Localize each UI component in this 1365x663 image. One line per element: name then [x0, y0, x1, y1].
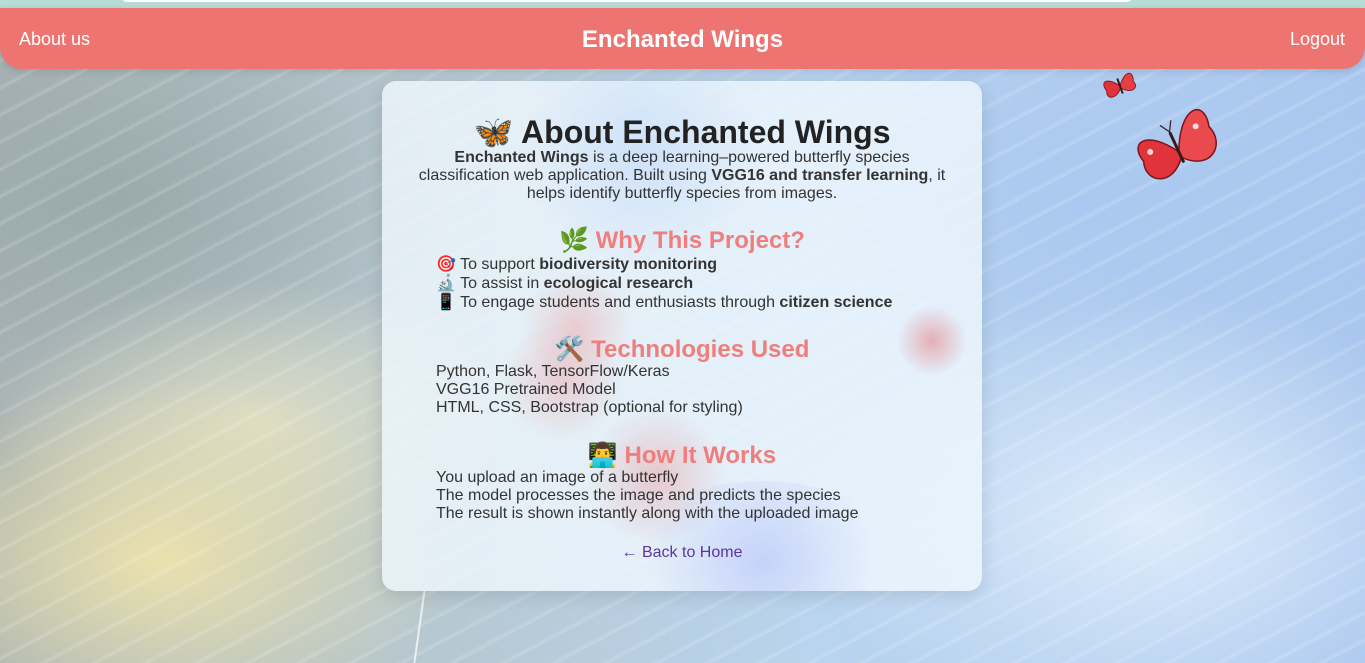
phone-icon: 📱	[436, 294, 456, 311]
list-item-text: To assist in	[460, 275, 544, 292]
list-item: The result is shown instantly along with…	[436, 505, 859, 522]
tech-list: Python, Flask, TensorFlow/Keras VGG16 Pr…	[436, 363, 952, 417]
how-title: How It Works	[624, 442, 777, 469]
site-title: Enchanted Wings	[581, 26, 784, 53]
list-item-bold: ecological research	[543, 275, 694, 292]
leaf-icon: 🌿	[559, 227, 589, 254]
microscope-icon: 🔬	[436, 275, 456, 292]
list-item-bold: biodiversity monitoring	[539, 256, 718, 273]
tech-heading: 🛠️ Technologies Used	[382, 335, 982, 364]
list-item-text: To support	[460, 256, 540, 273]
top-search-bar	[122, 0, 1132, 2]
target-icon: 🎯	[436, 256, 456, 273]
tools-icon: 🛠️	[554, 336, 585, 363]
list-item-bold: citizen science	[779, 294, 893, 311]
logout-link[interactable]: Logout	[1290, 29, 1345, 50]
how-heading: 👨‍💻 How It Works	[382, 441, 982, 470]
list-item: VGG16 Pretrained Model	[436, 381, 616, 398]
how-list: You upload an image of a butterfly The m…	[436, 469, 952, 523]
intro-paragraph: Enchanted Wings is a deep learning–power…	[412, 149, 952, 203]
list-item-text: To engage students and enthusiasts throu…	[460, 294, 780, 311]
list-item: Python, Flask, TensorFlow/Keras	[436, 363, 670, 380]
back-to-home-link[interactable]: ← Back to Home	[382, 544, 982, 562]
kite-string	[412, 590, 426, 663]
butterfly-icon	[1137, 109, 1217, 180]
intro-brand: Enchanted Wings	[454, 149, 589, 166]
list-item: HTML, CSS, Bootstrap (optional for styli…	[436, 399, 743, 416]
list-item: You upload an image of a butterfly	[436, 469, 679, 486]
butterfly-icon	[1103, 72, 1136, 98]
page-title: 🦋 About Enchanted Wings	[473, 114, 891, 150]
navbar: About us Enchanted Wings Logout	[0, 8, 1365, 69]
list-item: 📱 To engage students and enthusiasts thr…	[436, 293, 952, 312]
list-item: The model processes the image and predic…	[436, 487, 841, 504]
why-heading: 🌿 Why This Project?	[382, 226, 982, 255]
developer-icon: 👨‍💻	[587, 442, 618, 469]
why-list: 🎯 To support biodiversity monitoring 🔬 T…	[436, 255, 952, 312]
why-title: Why This Project?	[595, 227, 805, 254]
tech-title: Technologies Used	[591, 336, 810, 363]
about-card: 🦋 About Enchanted Wings Enchanted Wings …	[382, 81, 982, 591]
list-item: 🎯 To support biodiversity monitoring	[436, 255, 952, 274]
intro-tech: VGG16 and transfer learning	[711, 167, 929, 184]
list-item: 🔬 To assist in ecological research	[436, 274, 952, 293]
